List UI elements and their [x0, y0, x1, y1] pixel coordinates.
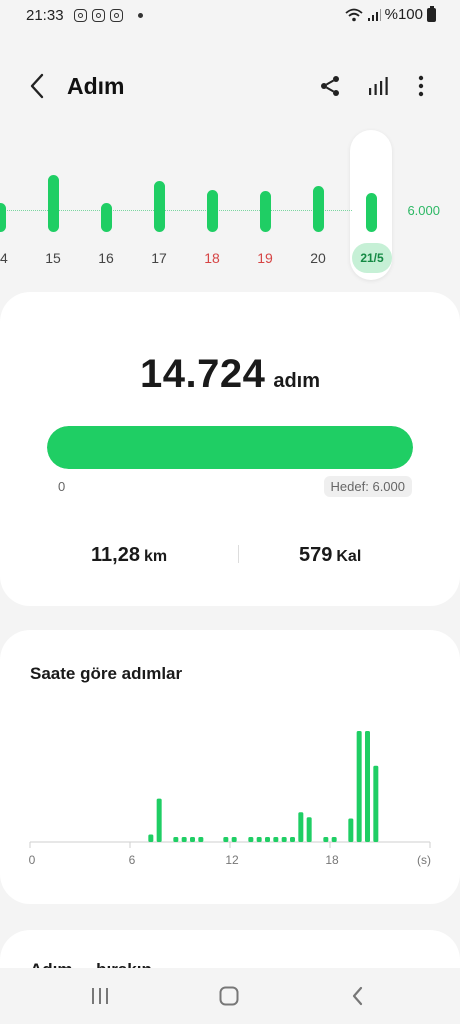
hourly-bar — [306, 817, 312, 842]
steps-summary-card: 14.724 adım 0 Hedef: 6.000 11,28 km 579 Kal — [0, 292, 460, 606]
more-options-button[interactable] — [405, 70, 437, 102]
day-bar-21-5[interactable] — [365, 193, 377, 232]
day-label[interactable]: 18 — [192, 250, 232, 266]
goal-progress-fill — [47, 426, 413, 469]
hourly-steps-chart: 0 6 12 18 (s) — [29, 731, 431, 867]
x-unit-label: (s) — [417, 853, 431, 867]
hourly-bar — [348, 818, 354, 842]
distance-unit: km — [143, 548, 168, 565]
steps-total: 14.724 adım — [0, 352, 460, 397]
hourly-steps-card[interactable]: Saate göre adımlar 0 6 12 18 (s) — [0, 630, 460, 904]
wifi-icon — [345, 8, 363, 21]
more-vertical-icon — [418, 75, 424, 97]
x-tick-label: 0 — [29, 853, 36, 867]
hourly-bar — [156, 798, 162, 842]
signal-icon — [367, 8, 381, 21]
day-label[interactable]: 19 — [245, 250, 285, 266]
day-bar-16[interactable] — [100, 202, 112, 232]
progress-goal-label: Hedef: 6.000 — [323, 476, 412, 497]
hourly-bar — [281, 837, 287, 842]
day-bar-17[interactable] — [153, 181, 165, 232]
hourly-bar — [256, 837, 262, 842]
hourly-bar — [223, 837, 229, 842]
day-bar-19[interactable] — [259, 190, 271, 232]
distance-stat: 11,28 km — [91, 544, 167, 567]
share-button[interactable] — [314, 70, 346, 102]
day-bar-20[interactable] — [312, 185, 324, 232]
stat-divider — [238, 545, 239, 563]
hourly-bar — [173, 837, 179, 842]
instagram-icon — [92, 9, 105, 22]
day-bar-18[interactable] — [206, 190, 218, 232]
hourly-bar — [265, 837, 270, 842]
hourly-bar — [298, 812, 304, 842]
share-icon — [321, 76, 339, 96]
dot-icon — [138, 13, 143, 18]
instagram-icon — [110, 9, 123, 22]
hourly-bar — [356, 731, 362, 842]
battery-text: %100 — [384, 6, 423, 23]
back-arrow-icon — [30, 73, 44, 99]
back-button[interactable] — [22, 70, 54, 102]
battery-icon — [427, 5, 436, 22]
x-tick-label: 6 — [129, 853, 136, 867]
bar-chart-icon — [369, 77, 388, 95]
trends-button[interactable] — [362, 70, 394, 102]
hourly-bar — [198, 837, 204, 842]
calories-unit: Kal — [336, 548, 362, 565]
day-label[interactable]: 21/5 — [352, 243, 392, 273]
recent-apps-icon — [92, 988, 108, 1004]
hourly-bar — [290, 837, 295, 842]
calories-value: 579 — [299, 544, 333, 566]
status-bar: 21:33 %100 — [0, 0, 460, 34]
hourly-bar — [331, 837, 337, 842]
steps-value: 14.724 — [139, 352, 266, 396]
home-icon — [219, 986, 239, 1006]
day-bar-14[interactable] — [0, 203, 6, 232]
hourly-bar — [373, 765, 379, 842]
calories-stat: 579 Kal — [299, 544, 361, 567]
back-icon — [352, 986, 363, 1006]
hourly-bar — [273, 837, 279, 842]
goal-label: 6.000 — [407, 203, 440, 218]
hourly-bar — [181, 837, 187, 842]
hourly-bar — [248, 837, 254, 842]
nav-back-button[interactable] — [343, 982, 373, 1010]
hourly-bar — [148, 834, 154, 842]
day-label[interactable]: 17 — [139, 250, 179, 266]
day-label[interactable]: 16 — [86, 250, 126, 266]
recent-apps-button[interactable] — [85, 982, 115, 1010]
hourly-bar — [365, 731, 370, 842]
hourly-bar — [231, 837, 237, 842]
distance-value: 11,28 — [91, 544, 140, 566]
daily-steps-selector[interactable]: 6.000 14 15 16 17 18 19 20 21/5 — [0, 128, 460, 288]
app-header: Adım — [0, 60, 460, 112]
home-button[interactable] — [214, 982, 244, 1010]
day-label[interactable]: 20 — [298, 250, 338, 266]
steps-unit: adım — [273, 370, 321, 392]
status-time: 21:33 — [26, 7, 64, 24]
notification-icons — [74, 9, 143, 22]
instagram-icon — [74, 9, 87, 22]
x-tick-label: 18 — [325, 853, 339, 867]
x-tick-label: 12 — [225, 853, 239, 867]
progress-min-label: 0 — [58, 479, 66, 494]
day-bar-15[interactable] — [47, 175, 59, 232]
hourly-bar — [323, 837, 329, 842]
system-icons: %100 — [345, 5, 436, 23]
navigation-bar — [0, 968, 460, 1024]
page-title: Adım — [67, 73, 125, 99]
day-label[interactable]: 14 — [0, 250, 20, 266]
hourly-bar — [190, 837, 195, 842]
day-label[interactable]: 15 — [33, 250, 73, 266]
goal-progress-bar — [47, 426, 413, 469]
